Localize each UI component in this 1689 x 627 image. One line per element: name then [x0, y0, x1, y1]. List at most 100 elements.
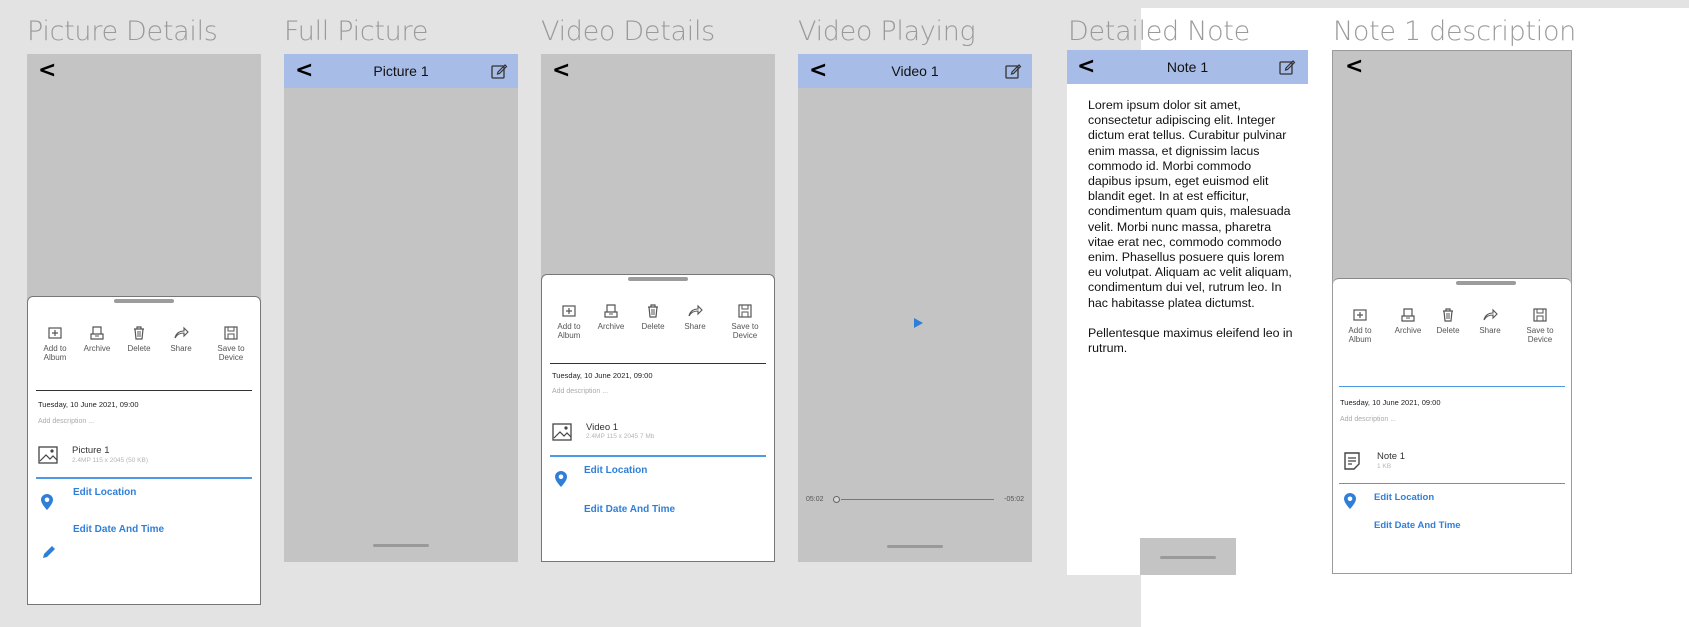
item-name: Video 1: [586, 422, 619, 433]
delete-button[interactable]: Delete: [116, 325, 162, 353]
edit-date-time-link[interactable]: Edit Date And Time: [584, 504, 675, 515]
full-picture-screen: < Picture 1: [284, 54, 518, 562]
add-to-album-button[interactable]: Add to Album: [32, 325, 78, 362]
edit-date-time-link[interactable]: Edit Date And Time: [73, 524, 164, 535]
play-icon[interactable]: [914, 318, 923, 328]
frame-title-note-description: Note 1 description: [1333, 16, 1576, 47]
save-to-device-label: Save to Device: [217, 344, 245, 362]
edit-location-link[interactable]: Edit Location: [73, 487, 136, 498]
add-to-album-button[interactable]: Add to Album: [1337, 307, 1383, 344]
action-row: Add to Album Archive Delete Share Save t…: [32, 325, 256, 371]
video-playing-screen: < Video 1 05:02 -05:02: [798, 54, 1032, 562]
back-chevron-icon[interactable]: <: [38, 60, 56, 82]
home-indicator: [887, 545, 943, 548]
delete-icon: [134, 326, 144, 340]
video-details-screen: < Add to Album Archive Delete Share Save…: [541, 54, 775, 562]
share-icon: [1483, 308, 1498, 321]
time-remaining: -05:02: [1004, 496, 1024, 503]
archive-icon: [604, 304, 618, 318]
detailed-note-screen: < Note 1 Lorem ipsum dolor sit amet, con…: [1067, 50, 1308, 575]
action-row: Add to Album Archive Delete Share Save t…: [546, 303, 770, 349]
header-title: Picture 1: [373, 63, 429, 79]
edit-date-time-link[interactable]: Edit Date And Time: [1374, 520, 1461, 531]
sheet-handle[interactable]: [114, 299, 174, 303]
add-to-album-label: Add to Album: [43, 344, 67, 362]
frame-title-video-details: Video Details: [541, 16, 715, 47]
save-to-device-label: Save to Device: [731, 322, 759, 340]
share-button[interactable]: Share: [1467, 307, 1513, 335]
archive-icon: [90, 326, 104, 340]
archive-button[interactable]: Archive: [588, 303, 634, 331]
header-bar: < Video 1: [798, 54, 1032, 88]
details-sheet: Add to Album Archive Delete Share Save t…: [541, 274, 775, 562]
save-to-device-label: Save to Device: [1526, 326, 1554, 344]
pencil-icon[interactable]: [41, 544, 57, 560]
date-text: Tuesday, 10 June 2021, 09:00: [552, 371, 653, 380]
edit-icon[interactable]: [1278, 58, 1296, 76]
image-icon: [552, 423, 572, 441]
header-title: Note 1: [1166, 59, 1209, 75]
delete-button[interactable]: Delete: [1425, 307, 1471, 335]
frame-title-video-playing: Video Playing: [798, 16, 976, 47]
frame-title-full-picture: Full Picture: [284, 16, 429, 47]
save-to-device-button[interactable]: Save to Device: [1517, 307, 1563, 344]
divider-accent: [550, 455, 766, 457]
share-button[interactable]: Share: [158, 325, 204, 353]
add-description-input[interactable]: Add description ...: [552, 388, 608, 395]
add-to-album-icon: [1353, 309, 1367, 321]
archive-label: Archive: [1394, 326, 1422, 335]
edit-location-link[interactable]: Edit Location: [1374, 492, 1434, 503]
date-text: Tuesday, 10 June 2021, 09:00: [1340, 398, 1441, 407]
image-icon: [38, 446, 58, 464]
action-row: Add to Album Archive Delete Share Save t…: [1337, 307, 1567, 353]
back-chevron-icon[interactable]: <: [1345, 56, 1363, 78]
add-to-album-button[interactable]: Add to Album: [546, 303, 592, 340]
archive-label: Archive: [83, 344, 111, 353]
progress-handle[interactable]: [833, 496, 840, 503]
add-to-album-label: Add to Album: [1348, 326, 1372, 344]
delete-icon: [1443, 308, 1453, 322]
item-meta: 2.4MP 115 x 2045 7 Mb: [586, 433, 655, 440]
location-pin-icon: [41, 494, 53, 510]
save-to-device-button[interactable]: Save to Device: [722, 303, 768, 340]
progress-track[interactable]: [841, 499, 994, 500]
sheet-handle[interactable]: [1456, 281, 1516, 285]
save-icon: [1533, 308, 1547, 322]
archive-icon: [1401, 308, 1415, 322]
location-pin-icon: [555, 471, 567, 487]
save-to-device-button[interactable]: Save to Device: [208, 325, 254, 362]
back-chevron-icon[interactable]: <: [552, 60, 570, 82]
header-title: Video 1: [891, 63, 939, 79]
note-icon: [1344, 452, 1360, 470]
frame-title-detailed-note: Detailed Note: [1068, 16, 1250, 47]
share-label: Share: [170, 344, 192, 353]
item-meta: 1 KB: [1377, 463, 1392, 470]
note-body-text[interactable]: Lorem ipsum dolor sit amet, consectetur …: [1088, 98, 1298, 356]
note-footer-handle[interactable]: [1140, 538, 1236, 575]
share-button[interactable]: Share: [672, 303, 718, 331]
delete-button[interactable]: Delete: [630, 303, 676, 331]
add-to-album-icon: [48, 327, 62, 339]
archive-label: Archive: [597, 322, 625, 331]
edit-icon[interactable]: [1004, 62, 1022, 80]
edit-icon[interactable]: [490, 62, 508, 80]
divider-accent: [1339, 483, 1565, 484]
details-sheet: Add to Album Archive Delete Share Save t…: [1333, 278, 1571, 573]
save-icon: [738, 304, 752, 318]
item-name: Picture 1: [72, 445, 110, 456]
archive-button[interactable]: Archive: [74, 325, 120, 353]
add-description-input[interactable]: Add description ...: [1340, 416, 1396, 423]
header-bar: < Picture 1: [284, 54, 518, 88]
item-name: Note 1: [1377, 451, 1405, 462]
divider: [36, 390, 252, 391]
note-description-screen: < Add to Album Archive Delete Share Save…: [1332, 50, 1572, 574]
add-to-album-label: Add to Album: [557, 322, 581, 340]
save-icon: [224, 326, 238, 340]
add-description-input[interactable]: Add description ...: [38, 418, 94, 425]
sheet-handle[interactable]: [628, 277, 688, 281]
date-text: Tuesday, 10 June 2021, 09:00: [38, 400, 139, 409]
picture-details-screen: < Add to Album Archive Delete Share Save…: [27, 54, 261, 605]
item-meta: 2.4MP 115 x 2045 (50 KB): [72, 457, 149, 464]
edit-location-link[interactable]: Edit Location: [584, 465, 647, 476]
add-to-album-icon: [562, 305, 576, 317]
